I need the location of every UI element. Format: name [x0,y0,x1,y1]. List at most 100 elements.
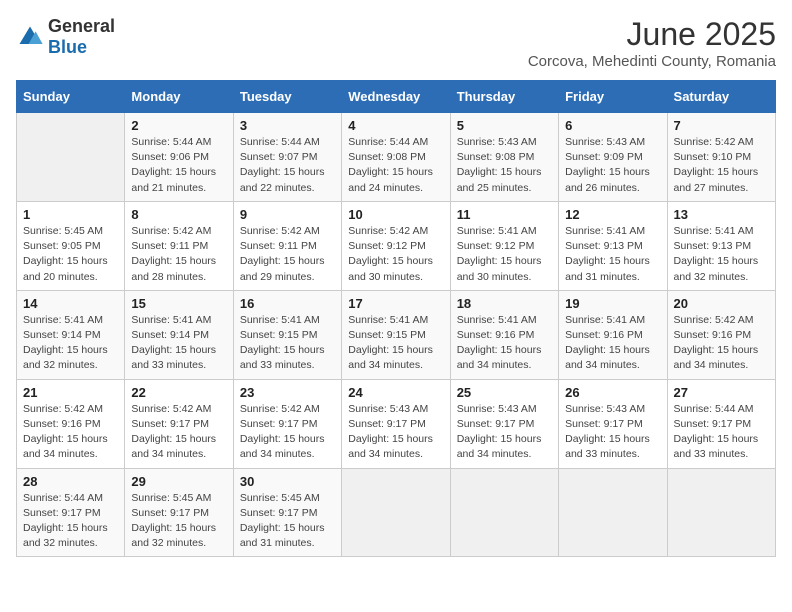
calendar-cell: 2Sunrise: 5:44 AM Sunset: 9:06 PM Daylig… [125,113,233,202]
day-info: Sunrise: 5:44 AM Sunset: 9:17 PM Dayligh… [23,491,118,552]
day-info: Sunrise: 5:45 AM Sunset: 9:05 PM Dayligh… [23,224,118,285]
day-number: 3 [240,118,335,133]
calendar-cell [342,468,450,557]
day-number: 18 [457,296,552,311]
day-number: 27 [674,385,769,400]
calendar-cell: 24 Sunrise: 5:43 AM Sunset: 9:17 PM Dayli… [342,379,450,468]
logo-text-blue: Blue [48,37,87,57]
header-thursday: Thursday [450,81,558,113]
day-info: Sunrise: 5:41 AM Sunset: 9:12 PM Dayligh… [457,224,552,285]
calendar-week-row: 28 Sunrise: 5:44 AM Sunset: 9:17 PM Dayli… [17,468,776,557]
calendar-cell: 22 Sunrise: 5:42 AM Sunset: 9:17 PM Dayli… [125,379,233,468]
day-number: 21 [23,385,118,400]
calendar-cell: 28 Sunrise: 5:44 AM Sunset: 9:17 PM Dayli… [17,468,125,557]
calendar-cell: 5 Sunrise: 5:43 AM Sunset: 9:08 PM Daylig… [450,113,558,202]
day-info: Sunrise: 5:41 AM Sunset: 9:14 PM Dayligh… [23,313,118,374]
day-info: Sunrise: 5:41 AM Sunset: 9:15 PM Dayligh… [240,313,335,374]
calendar-cell [559,468,667,557]
day-info: Sunrise: 5:43 AM Sunset: 9:17 PM Dayligh… [348,402,443,463]
day-number: 20 [674,296,769,311]
day-info: Sunrise: 5:43 AM Sunset: 9:17 PM Dayligh… [457,402,552,463]
calendar-cell [667,468,775,557]
calendar-week-row: 1 Sunrise: 5:45 AM Sunset: 9:05 PM Daylig… [17,201,776,290]
day-number: 29 [131,474,226,489]
day-info: Sunrise: 5:41 AM Sunset: 9:15 PM Dayligh… [348,313,443,374]
day-info: Sunrise: 5:45 AM Sunset: 9:17 PM Dayligh… [240,491,335,552]
day-number: 12 [565,207,660,222]
calendar-week-row: 14 Sunrise: 5:41 AM Sunset: 9:14 PM Dayli… [17,290,776,379]
calendar-cell: 11 Sunrise: 5:41 AM Sunset: 9:12 PM Dayli… [450,201,558,290]
day-number: 11 [457,207,552,222]
logo: General Blue [16,16,115,58]
day-info: Sunrise: 5:42 AM Sunset: 9:16 PM Dayligh… [23,402,118,463]
calendar-cell: 26 Sunrise: 5:43 AM Sunset: 9:17 PM Dayli… [559,379,667,468]
day-info: Sunrise: 5:41 AM Sunset: 9:13 PM Dayligh… [565,224,660,285]
calendar-cell: 19 Sunrise: 5:41 AM Sunset: 9:16 PM Dayli… [559,290,667,379]
day-number: 23 [240,385,335,400]
calendar-cell: 20 Sunrise: 5:42 AM Sunset: 9:16 PM Dayli… [667,290,775,379]
day-number: 30 [240,474,335,489]
day-number: 22 [131,385,226,400]
calendar-cell: 25 Sunrise: 5:43 AM Sunset: 9:17 PM Dayli… [450,379,558,468]
day-number: 4 [348,118,443,133]
day-number: 28 [23,474,118,489]
day-info: Sunrise: 5:41 AM Sunset: 9:16 PM Dayligh… [565,313,660,374]
day-number: 14 [23,296,118,311]
day-info: Sunrise: 5:41 AM Sunset: 9:13 PM Dayligh… [674,224,769,285]
calendar-header-row: Sunday Monday Tuesday Wednesday Thursday… [17,81,776,113]
day-number: 8 [131,207,226,222]
calendar-cell: 15Sunrise: 5:41 AM Sunset: 9:14 PM Dayli… [125,290,233,379]
calendar-cell: 1 Sunrise: 5:45 AM Sunset: 9:05 PM Daylig… [17,201,125,290]
calendar-cell: 17 Sunrise: 5:41 AM Sunset: 9:15 PM Dayli… [342,290,450,379]
header-saturday: Saturday [667,81,775,113]
day-number: 25 [457,385,552,400]
calendar-week-row: 2Sunrise: 5:44 AM Sunset: 9:06 PM Daylig… [17,113,776,202]
day-number: 19 [565,296,660,311]
header-tuesday: Tuesday [233,81,341,113]
day-number: 5 [457,118,552,133]
day-number: 26 [565,385,660,400]
calendar-cell: 12 Sunrise: 5:41 AM Sunset: 9:13 PM Dayli… [559,201,667,290]
title-area: June 2025 Corcova, Mehedinti County, Rom… [528,16,776,70]
day-number: 17 [348,296,443,311]
header-friday: Friday [559,81,667,113]
calendar-cell: 7Sunrise: 5:42 AM Sunset: 9:10 PM Daylig… [667,113,775,202]
calendar-cell: 27 Sunrise: 5:44 AM Sunset: 9:17 PM Dayli… [667,379,775,468]
day-info: Sunrise: 5:44 AM Sunset: 9:17 PM Dayligh… [674,402,769,463]
calendar-cell [17,113,125,202]
day-info: Sunrise: 5:43 AM Sunset: 9:17 PM Dayligh… [565,402,660,463]
calendar-cell: 29Sunrise: 5:45 AM Sunset: 9:17 PM Dayli… [125,468,233,557]
day-info: Sunrise: 5:42 AM Sunset: 9:17 PM Dayligh… [240,402,335,463]
page-header: General Blue June 2025 Corcova, Mehedint… [16,16,776,70]
day-number: 15 [131,296,226,311]
day-number: 24 [348,385,443,400]
calendar-cell [450,468,558,557]
calendar-cell: 4 Sunrise: 5:44 AM Sunset: 9:08 PM Daylig… [342,113,450,202]
day-number: 1 [23,207,118,222]
day-info: Sunrise: 5:42 AM Sunset: 9:11 PM Dayligh… [131,224,226,285]
header-wednesday: Wednesday [342,81,450,113]
calendar-cell: 14 Sunrise: 5:41 AM Sunset: 9:14 PM Dayli… [17,290,125,379]
day-info: Sunrise: 5:43 AM Sunset: 9:08 PM Dayligh… [457,135,552,196]
day-info: Sunrise: 5:44 AM Sunset: 9:07 PM Dayligh… [240,135,335,196]
calendar-cell: 21 Sunrise: 5:42 AM Sunset: 9:16 PM Dayli… [17,379,125,468]
day-info: Sunrise: 5:42 AM Sunset: 9:16 PM Dayligh… [674,313,769,374]
location-subtitle: Corcova, Mehedinti County, Romania [528,53,776,70]
day-number: 9 [240,207,335,222]
calendar-cell: 10Sunrise: 5:42 AM Sunset: 9:12 PM Dayli… [342,201,450,290]
day-number: 16 [240,296,335,311]
day-number: 6 [565,118,660,133]
month-title: June 2025 [528,16,776,53]
calendar-cell: 8 Sunrise: 5:42 AM Sunset: 9:11 PM Daylig… [125,201,233,290]
header-monday: Monday [125,81,233,113]
calendar-cell: 3 Sunrise: 5:44 AM Sunset: 9:07 PM Daylig… [233,113,341,202]
day-number: 7 [674,118,769,133]
day-info: Sunrise: 5:44 AM Sunset: 9:08 PM Dayligh… [348,135,443,196]
logo-icon [16,23,44,51]
day-info: Sunrise: 5:42 AM Sunset: 9:12 PM Dayligh… [348,224,443,285]
header-sunday: Sunday [17,81,125,113]
calendar-table: Sunday Monday Tuesday Wednesday Thursday… [16,80,776,557]
day-info: Sunrise: 5:42 AM Sunset: 9:17 PM Dayligh… [131,402,226,463]
day-info: Sunrise: 5:41 AM Sunset: 9:16 PM Dayligh… [457,313,552,374]
day-number: 13 [674,207,769,222]
